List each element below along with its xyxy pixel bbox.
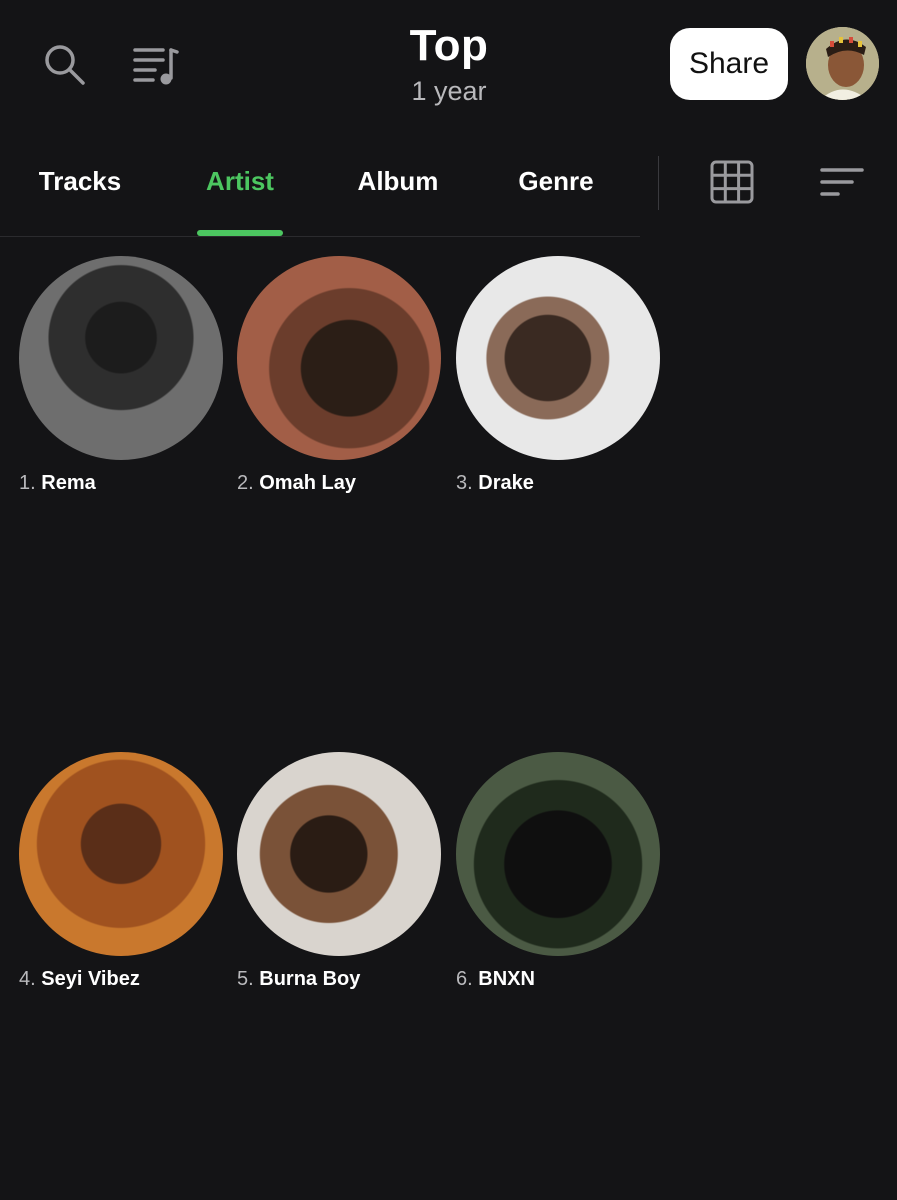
search-button[interactable]	[38, 38, 90, 90]
time-range-subtitle[interactable]: 1 year	[349, 74, 549, 108]
artist-name: Drake	[478, 472, 534, 494]
artist-photo	[237, 752, 441, 956]
artist-name: Seyi Vibez	[41, 968, 140, 990]
artist-rank: 2.	[237, 472, 254, 494]
artist-photo	[456, 256, 660, 460]
tab-album[interactable]: Album	[345, 162, 451, 200]
avatar[interactable]	[806, 27, 879, 100]
artist-name: Burna Boy	[259, 968, 361, 990]
artist-rank: 6.	[456, 968, 473, 990]
sort-button[interactable]	[818, 164, 866, 204]
tab-tracks[interactable]: Tracks	[30, 162, 130, 200]
artist-rank: 5.	[237, 968, 254, 990]
artist-rank: 1.	[19, 472, 36, 494]
artist-name: Omah Lay	[259, 472, 356, 494]
playlist-button[interactable]	[130, 40, 182, 92]
artist-label: 5. Burna Boy	[237, 968, 443, 991]
artist-card[interactable]: 1. Rema	[19, 256, 225, 495]
artist-label: 4. Seyi Vibez	[19, 968, 225, 991]
artist-card[interactable]: 4. Seyi Vibez	[19, 752, 225, 991]
artist-label: 1. Rema	[19, 472, 225, 495]
tabs-divider-line	[0, 236, 640, 237]
avatar-image	[806, 27, 879, 100]
artist-photo	[456, 752, 660, 956]
artist-photo	[19, 256, 223, 460]
artist-photo	[19, 752, 223, 956]
share-button[interactable]: Share	[670, 28, 788, 100]
artist-name: Rema	[41, 472, 96, 494]
artist-rank: 4.	[19, 968, 36, 990]
tab-artist[interactable]: Artist	[185, 162, 295, 200]
page-header: Top 1 year	[349, 20, 549, 108]
artist-card[interactable]: 5. Burna Boy	[237, 752, 443, 991]
artist-card[interactable]: 2. Omah Lay	[237, 256, 443, 495]
grid-view-icon	[710, 160, 754, 204]
grid-view-button[interactable]	[710, 160, 754, 204]
top-artists-screen: Top 1 year Share Tracks Artist Album Gen…	[0, 0, 897, 1200]
artist-rank: 3.	[456, 472, 473, 494]
toolbar-separator	[658, 156, 659, 210]
artist-label: 2. Omah Lay	[237, 472, 443, 495]
artist-name: BNXN	[478, 968, 535, 990]
tab-genre[interactable]: Genre	[505, 162, 607, 200]
artist-photo	[237, 256, 441, 460]
playlist-icon	[133, 48, 179, 85]
search-icon	[45, 45, 85, 85]
category-tabs: Tracks Artist Album Genre	[0, 150, 640, 236]
artist-label: 6. BNXN	[456, 968, 662, 991]
artist-card[interactable]: 3. Drake	[456, 256, 662, 495]
page-title: Top	[409, 21, 489, 70]
artist-card[interactable]: 6. BNXN	[456, 752, 662, 991]
artist-label: 3. Drake	[456, 472, 662, 495]
sort-icon	[820, 168, 864, 196]
